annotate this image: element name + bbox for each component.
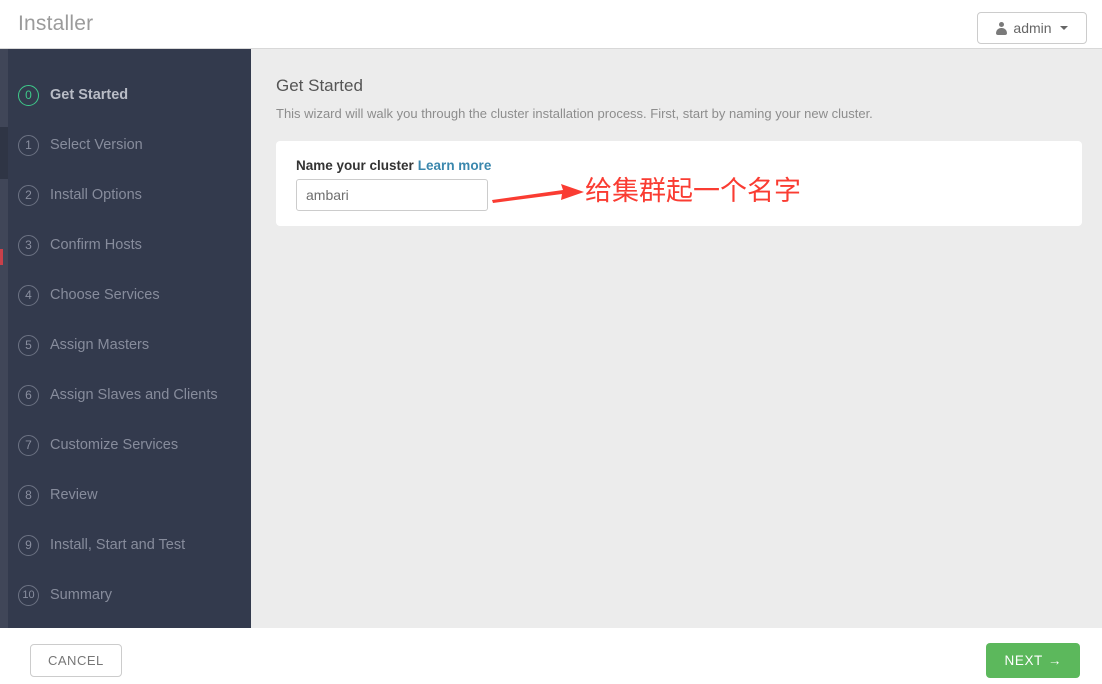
sidebar-step-confirm-hosts[interactable]: 3 Confirm Hosts: [18, 230, 248, 260]
sidebar-step-assign-slaves-and-clients[interactable]: 6 Assign Slaves and Clients: [18, 380, 248, 410]
step-label: Get Started: [50, 87, 129, 103]
next-button-label: NEXT: [1004, 653, 1043, 668]
sidebar-scrollbar-thumb[interactable]: [0, 127, 8, 179]
wizard-sidebar: 0 Get Started 1 Select Version 2 Install Opti…: [0, 49, 251, 628]
sidebar-step-install-start-and-test[interactable]: 9 Install, Start and Test: [18, 530, 248, 560]
annotation-layer: 给集群起一个名字: [251, 49, 1102, 628]
content-subtitle: This wizard will walk you through the cl…: [276, 106, 873, 121]
next-button[interactable]: NEXT →: [986, 643, 1080, 678]
step-number-badge: 5: [18, 334, 39, 356]
step-number-badge: 3: [18, 234, 39, 256]
step-number-badge: 7: [18, 434, 39, 456]
body-region: 0 Get Started 1 Select Version 2 Install Opti…: [0, 49, 1102, 628]
cancel-button[interactable]: CANCEL: [30, 644, 122, 677]
step-label: Choose Services: [50, 287, 160, 303]
content-heading: Get Started: [276, 76, 363, 95]
sidebar-step-get-started[interactable]: 0 Get Started: [18, 80, 248, 110]
admin-menu-button[interactable]: admin: [977, 12, 1087, 44]
arrow-right-icon: →: [1047, 653, 1062, 668]
step-label: Select Version: [50, 137, 143, 153]
sidebar-step-summary[interactable]: 10 Summary: [18, 580, 248, 610]
step-number-badge: 0: [18, 84, 39, 106]
step-label: Assign Slaves and Clients: [50, 387, 218, 403]
chevron-down-icon: [1059, 26, 1068, 30]
app-header: Installer admin: [0, 0, 1102, 49]
sidebar-step-review[interactable]: 8 Review: [18, 480, 248, 510]
step-number-badge: 8: [18, 484, 39, 506]
cluster-name-card: Name your cluster Learn more: [276, 141, 1082, 226]
learn-more-link[interactable]: Learn more: [418, 158, 492, 173]
step-label: Customize Services: [50, 437, 179, 453]
page-title: Installer: [18, 12, 94, 35]
step-number-badge: 9: [18, 534, 39, 556]
admin-menu-label: admin: [1013, 20, 1052, 36]
step-label: Confirm Hosts: [50, 237, 142, 253]
sidebar-marker: [0, 249, 3, 265]
step-label: Install, Start and Test: [50, 537, 186, 553]
sidebar-step-customize-services[interactable]: 7 Customize Services: [18, 430, 248, 460]
step-number-badge: 10: [18, 584, 39, 606]
step-number-badge: 1: [18, 134, 39, 156]
cluster-name-label-text: Name your cluster: [296, 158, 414, 173]
step-label: Assign Masters: [50, 337, 150, 353]
sidebar-step-install-options[interactable]: 2 Install Options: [18, 180, 248, 210]
sidebar-step-assign-masters[interactable]: 5 Assign Masters: [18, 330, 248, 360]
cluster-name-input[interactable]: [296, 179, 488, 211]
content-area: Get Started This wizard will walk you th…: [251, 49, 1102, 628]
user-icon: [996, 21, 1008, 35]
sidebar-step-select-version[interactable]: 1 Select Version: [18, 130, 248, 160]
step-label: Summary: [50, 587, 113, 603]
step-label: Review: [50, 487, 98, 503]
sidebar-step-choose-services[interactable]: 4 Choose Services: [18, 280, 248, 310]
step-label: Install Options: [50, 187, 142, 203]
wizard-footer: CANCEL NEXT →: [0, 628, 1102, 684]
step-number-badge: 2: [18, 184, 39, 206]
step-number-badge: 6: [18, 384, 39, 406]
cluster-name-label: Name your cluster Learn more: [296, 158, 491, 173]
step-number-badge: 4: [18, 284, 39, 306]
